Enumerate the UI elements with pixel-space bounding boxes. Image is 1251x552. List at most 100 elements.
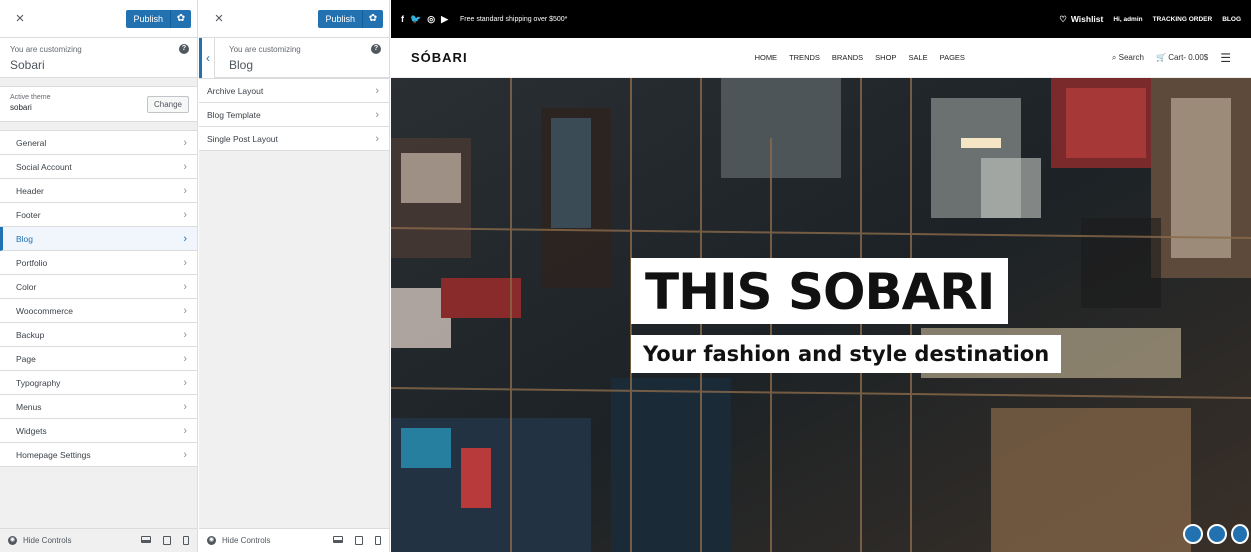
nav-link-shop[interactable]: SHOP (875, 53, 896, 62)
heart-icon: ♡ (1059, 13, 1067, 24)
eye-icon[interactable]: ◉ (207, 536, 216, 545)
publish-button[interactable]: Publish (318, 9, 363, 28)
main-navbar: SÓBARI HOME TRENDS BRANDS SHOP SALE PAGES ⌕ S… (391, 38, 1251, 78)
search-button[interactable]: ⌕ Search (1112, 53, 1144, 63)
customizing-info: ‹ You are customizing Blog ? (199, 38, 389, 78)
mobile-icon[interactable] (183, 536, 189, 545)
hide-controls-button[interactable]: Hide Controls (222, 536, 270, 545)
submenu-item-label: Archive Layout (207, 85, 264, 96)
tracking-order-link[interactable]: TRACKING ORDER (1153, 16, 1213, 23)
menu-fab[interactable] (1231, 524, 1249, 544)
twitter-icon[interactable]: 🐦 (410, 14, 421, 25)
menu-item-social-account[interactable]: Social Account › (0, 155, 197, 179)
menu-item-label: Typography (16, 377, 61, 388)
chevron-right-icon: › (183, 376, 187, 389)
publish-button[interactable]: Publish (126, 9, 171, 28)
menu-item-label: Menus (16, 401, 42, 412)
gear-icon[interactable]: ✿ (171, 9, 191, 28)
chevron-right-icon: › (183, 256, 187, 269)
top-bar-links: ♡ Wishlist Hi, admin TRACKING ORDER BLOG (1059, 14, 1241, 25)
submenu-item-blog-template[interactable]: Blog Template › (199, 103, 389, 127)
chevron-left-icon[interactable]: ‹ (199, 38, 215, 78)
menu-item-woocommerce[interactable]: Woocommerce › (0, 299, 197, 323)
accessibility-fab[interactable] (1207, 524, 1227, 544)
wishlist-label: Wishlist (1070, 14, 1104, 24)
menu-item-label: General (16, 137, 47, 148)
close-icon[interactable]: × (209, 9, 229, 29)
chevron-right-icon: › (183, 352, 187, 365)
gear-icon[interactable]: ✿ (363, 9, 383, 28)
desktop-icon[interactable] (333, 536, 343, 543)
eye-icon[interactable]: ◉ (8, 536, 17, 545)
blog-submenu: Archive Layout › Blog Template › Single Post… (199, 78, 389, 151)
close-icon[interactable]: × (10, 9, 30, 29)
menu-item-page[interactable]: Page › (0, 347, 197, 371)
desktop-icon[interactable] (141, 536, 151, 543)
hero-banner: THIS SOBARI Your fashion and style desti… (391, 78, 1251, 552)
youtube-icon[interactable]: ▶ (441, 14, 448, 25)
hide-controls-button[interactable]: Hide Controls (23, 536, 71, 545)
menu-item-color[interactable]: Color › (0, 275, 197, 299)
menu-item-label: Page (16, 353, 36, 364)
menu-item-label: Widgets (16, 425, 47, 436)
cart-button[interactable]: 🛒 Cart- 0.00$ (1156, 53, 1208, 62)
chevron-right-icon: › (183, 328, 187, 341)
menu-item-homepage-settings[interactable]: Homepage Settings › (0, 443, 197, 467)
menu-item-label: Color (16, 281, 37, 292)
site-logo[interactable]: SÓBARI (411, 50, 468, 65)
help-icon[interactable]: ? (371, 44, 381, 54)
menu-item-label: Homepage Settings (16, 449, 91, 460)
customizing-info: You are customizing Sobari ? (0, 38, 197, 78)
submenu-item-label: Single Post Layout (207, 133, 278, 144)
menu-item-backup[interactable]: Backup › (0, 323, 197, 347)
nav-actions: ⌕ Search 🛒 Cart- 0.00$ ☰ (1112, 51, 1231, 65)
active-theme-section: Active theme sobari Change (0, 86, 197, 122)
menu-item-footer[interactable]: Footer › (0, 203, 197, 227)
main-nav: HOME TRENDS BRANDS SHOP SALE PAGES (615, 53, 965, 62)
account-link[interactable]: Hi, admin (1113, 16, 1142, 23)
submenu-item-archive-layout[interactable]: Archive Layout › (199, 79, 389, 103)
site-preview: f 🐦 ◎ ▶ Free standard shipping over $500… (391, 0, 1251, 552)
social-links: f 🐦 ◎ ▶ (401, 14, 448, 25)
menu-item-header[interactable]: Header › (0, 179, 197, 203)
menu-item-portfolio[interactable]: Portfolio › (0, 251, 197, 275)
chat-fab[interactable] (1183, 524, 1203, 544)
tablet-icon[interactable] (163, 536, 171, 545)
menu-item-general[interactable]: General › (0, 131, 197, 155)
section-name: Blog (229, 58, 254, 72)
blog-link[interactable]: BLOG (1222, 16, 1241, 23)
facebook-icon[interactable]: f (401, 14, 404, 24)
menu-item-blog[interactable]: Blog › (0, 227, 197, 251)
hamburger-icon[interactable]: ☰ (1220, 51, 1231, 65)
cart-label: Cart- 0.00$ (1168, 53, 1209, 62)
wishlist-link[interactable]: ♡ Wishlist (1059, 14, 1103, 25)
menu-item-menus[interactable]: Menus › (0, 395, 197, 419)
nav-link-trends[interactable]: TRENDS (789, 53, 820, 62)
search-icon: ⌕ (1111, 52, 1117, 62)
help-icon[interactable]: ? (179, 44, 189, 54)
mobile-icon[interactable] (375, 536, 381, 545)
menu-item-label: Blog (16, 233, 34, 244)
instagram-icon[interactable]: ◎ (427, 14, 435, 25)
menu-item-widgets[interactable]: Widgets › (0, 419, 197, 443)
top-bar: f 🐦 ◎ ▶ Free standard shipping over $500… (391, 0, 1251, 38)
cart-icon: 🛒 (1156, 53, 1166, 62)
customizer-footer: ◉ Hide Controls (0, 528, 197, 552)
menu-item-label: Woocommerce (16, 305, 73, 316)
submenu-item-single-post-layout[interactable]: Single Post Layout › (199, 127, 389, 151)
nav-link-sale[interactable]: SALE (908, 53, 927, 62)
publish-group: Publish ✿ (126, 9, 191, 28)
menu-item-typography[interactable]: Typography › (0, 371, 197, 395)
change-theme-button[interactable]: Change (146, 96, 189, 113)
nav-link-pages[interactable]: PAGES (940, 53, 965, 62)
customizer-header: × Publish ✿ (199, 0, 389, 38)
menu-item-label: Header (16, 185, 44, 196)
nav-link-brands[interactable]: BRANDS (832, 53, 863, 62)
nav-link-home[interactable]: HOME (755, 53, 778, 62)
menu-item-label: Backup (16, 329, 45, 340)
customizing-label: You are customizing (229, 45, 301, 54)
chevron-right-icon: › (183, 136, 187, 149)
chevron-right-icon: › (183, 184, 187, 197)
device-switcher (333, 536, 381, 545)
tablet-icon[interactable] (355, 536, 363, 545)
